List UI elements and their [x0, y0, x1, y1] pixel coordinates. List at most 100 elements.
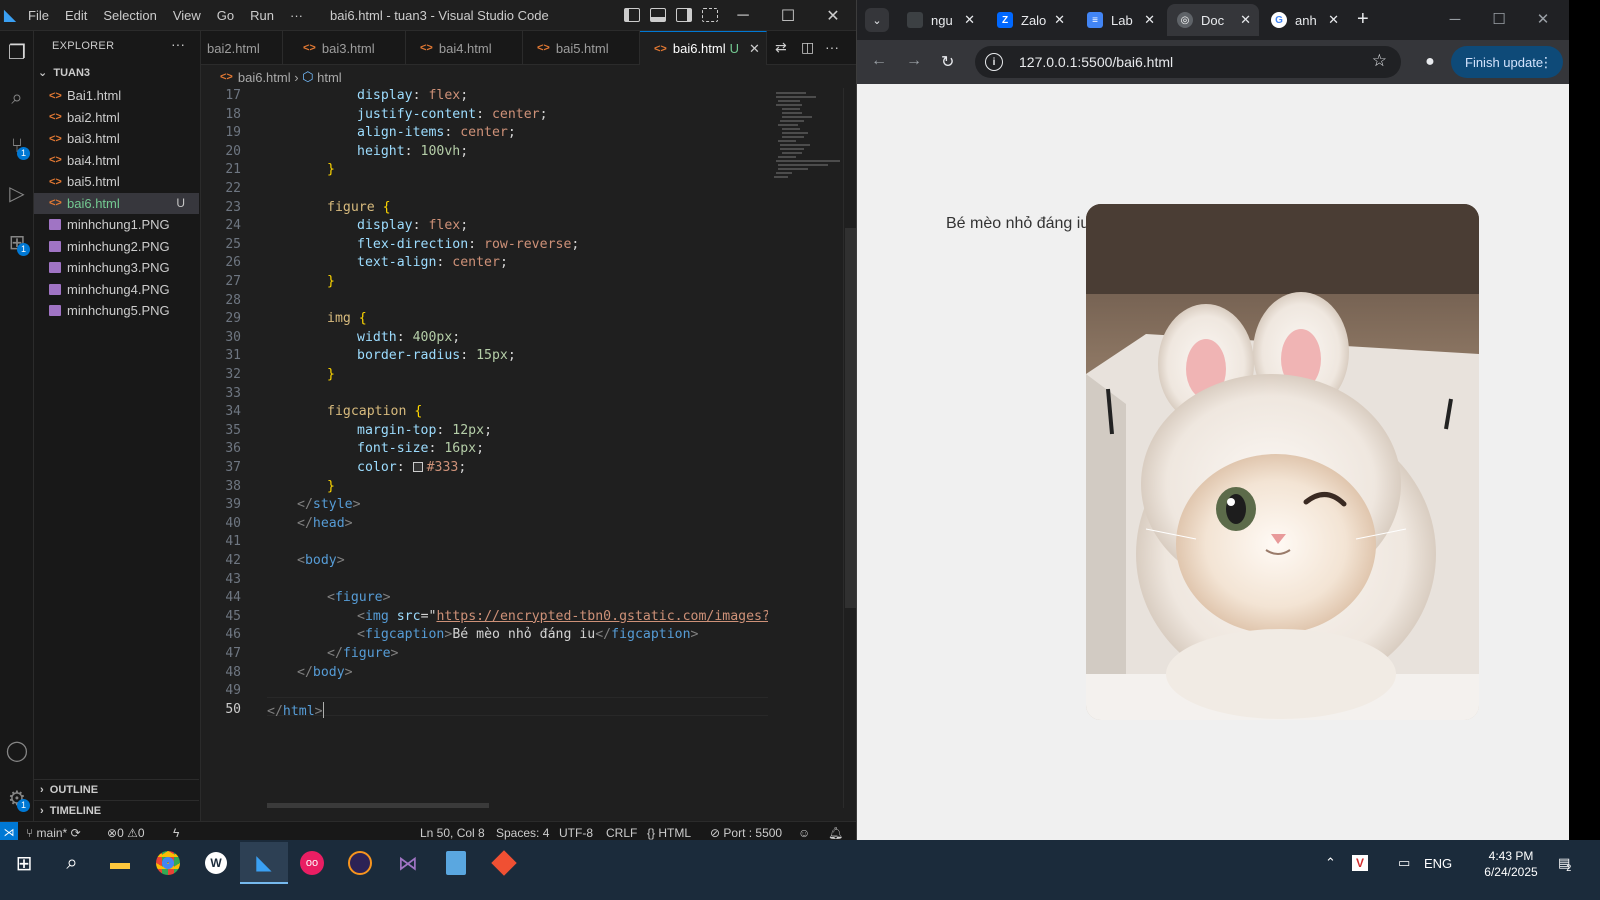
- tray-app-icon[interactable]: V: [1352, 842, 1368, 884]
- notification-center-icon[interactable]: ▤ 2: [1558, 842, 1571, 884]
- close-tab-icon[interactable]: ✕: [1328, 12, 1339, 28]
- code-editor[interactable]: 17 18 19 20 21 22 23 24 25 26 27 28 29 30 31 32 33 34 35 36…: [201, 88, 768, 808]
- file-item[interactable]: <> bai5.html: [34, 171, 199, 192]
- vscode-icon[interactable]: ◣: [240, 842, 288, 884]
- menu-go[interactable]: Go: [209, 0, 242, 31]
- close-tab-icon[interactable]: ✕: [1144, 12, 1155, 28]
- explorer-icon[interactable]: ❐: [2, 37, 32, 67]
- close-tab-icon[interactable]: ✕: [1054, 12, 1065, 28]
- folder-header[interactable]: ⌄ TUAN3: [38, 66, 90, 79]
- code-line-26: text-align: center;: [357, 255, 508, 271]
- search-icon[interactable]: ⌕: [48, 842, 96, 884]
- close-icon[interactable]: ✕: [1521, 4, 1565, 34]
- extensions-icon[interactable]: ⊞ 1: [2, 227, 32, 257]
- profile-avatar-icon[interactable]: ●: [1419, 51, 1441, 73]
- outline-section[interactable]: › OUTLINE: [34, 779, 199, 800]
- eclipse-icon[interactable]: [336, 842, 384, 884]
- back-arrow-icon[interactable]: ←: [871, 52, 887, 70]
- app-blue-icon[interactable]: [432, 842, 480, 884]
- close-tab-icon[interactable]: ✕: [1240, 12, 1251, 28]
- browser-tab-1[interactable]: ngu ✕: [897, 4, 983, 36]
- manage-gear-icon[interactable]: ⚙ 1: [2, 783, 32, 813]
- forward-arrow-icon[interactable]: →: [906, 52, 922, 70]
- kebab-menu-icon[interactable]: ⋮: [1539, 54, 1553, 71]
- site-info-icon[interactable]: i: [985, 53, 1003, 71]
- tab-bai2[interactable]: bai2.html: [193, 31, 283, 65]
- minimap[interactable]: [768, 88, 843, 808]
- breadcrumb-symbol[interactable]: html: [317, 70, 342, 85]
- git-icon[interactable]: [480, 842, 528, 884]
- tab-bai6[interactable]: <> bai6.html U ✕: [640, 31, 767, 65]
- show-hidden-icons-chevron[interactable]: ⌃: [1325, 842, 1336, 884]
- file-item[interactable]: minhchung5.PNG: [34, 300, 199, 321]
- menu-edit[interactable]: Edit: [57, 0, 95, 31]
- minimize-icon[interactable]: ─: [1433, 4, 1477, 34]
- chrome-icon[interactable]: [144, 842, 192, 884]
- horizontal-scrollbar[interactable]: [267, 803, 489, 808]
- reload-icon[interactable]: ↻: [941, 52, 954, 72]
- run-debug-icon[interactable]: ▷: [2, 178, 32, 208]
- source-control-icon[interactable]: ⑂ 1: [2, 131, 32, 161]
- tab-bai5[interactable]: <> bai5.html: [523, 31, 640, 65]
- browser-tab-3[interactable]: ≡ Lab ✕: [1077, 4, 1163, 36]
- timeline-section[interactable]: › TIMELINE: [34, 800, 199, 821]
- breadcrumb-file[interactable]: bai6.html: [238, 70, 291, 85]
- file-item[interactable]: minhchung3.PNG: [34, 257, 199, 278]
- new-tab-plus-icon[interactable]: +: [1357, 8, 1369, 31]
- menu-more[interactable]: ···: [282, 0, 311, 31]
- menu-run[interactable]: Run: [242, 0, 282, 31]
- customize-layout-icon[interactable]: [702, 8, 718, 22]
- scrollbar-thumb[interactable]: [845, 228, 856, 608]
- app-oo-icon[interactable]: oo: [288, 842, 336, 884]
- file-item[interactable]: <> bai6.html U: [34, 192, 199, 214]
- tab-search-chevron-icon[interactable]: ⌄: [865, 8, 889, 32]
- browser-tab-5[interactable]: Ganh ✕: [1261, 4, 1347, 36]
- app-w-icon[interactable]: W: [192, 842, 240, 884]
- close-tab-icon[interactable]: ✕: [749, 41, 760, 57]
- accounts-icon[interactable]: ◯: [2, 735, 32, 765]
- vscode-logo-icon[interactable]: ◣: [0, 0, 20, 31]
- tab-bai4[interactable]: <> bai4.html: [406, 31, 523, 65]
- address-bar[interactable]: i 127.0.0.1:5500/bai6.html ☆: [975, 46, 1401, 78]
- more-actions-icon[interactable]: ···: [825, 39, 839, 55]
- network-icon[interactable]: ▭: [1398, 842, 1410, 884]
- language-indicator[interactable]: ENG: [1424, 842, 1452, 884]
- explorer-more-actions[interactable]: ···: [171, 36, 185, 52]
- search-icon[interactable]: ⌕: [2, 83, 32, 113]
- color-swatch[interactable]: [412, 462, 423, 472]
- minimap-line: [776, 96, 816, 98]
- file-item[interactable]: minhchung4.PNG: [34, 279, 199, 300]
- file-item[interactable]: <> Bai1.html: [34, 85, 199, 106]
- toggle-secondary-sidebar-icon[interactable]: [676, 8, 692, 22]
- tab-bai3[interactable]: <> bai3.html: [289, 31, 406, 65]
- file-item[interactable]: <> bai3.html: [34, 128, 199, 149]
- vertical-scrollbar[interactable]: [843, 88, 856, 808]
- finish-update-button[interactable]: Finish update ⋮: [1451, 46, 1563, 78]
- maximize-icon[interactable]: ☐: [765, 0, 811, 31]
- browser-tab-2[interactable]: Z Zalo ✕: [987, 4, 1073, 36]
- file-explorer-icon[interactable]: ▬: [96, 842, 144, 884]
- menu-file[interactable]: File: [20, 0, 57, 31]
- menu-selection[interactable]: Selection: [95, 0, 164, 31]
- html-file-icon: <>: [303, 42, 316, 54]
- maximize-icon[interactable]: ☐: [1477, 4, 1521, 34]
- close-icon[interactable]: ✕: [810, 0, 856, 31]
- file-item[interactable]: minhchung2.PNG: [34, 236, 199, 257]
- browser-tab-4-active[interactable]: ◎ Doc ✕: [1167, 4, 1259, 36]
- file-item[interactable]: <> bai2.html: [34, 107, 199, 128]
- file-item[interactable]: minhchung1.PNG: [34, 214, 199, 235]
- minimize-icon[interactable]: ─: [720, 0, 766, 31]
- bookmark-star-icon[interactable]: ☆: [1372, 51, 1387, 71]
- open-changes-icon[interactable]: ⇄: [775, 39, 787, 56]
- split-editor-icon[interactable]: ◫: [801, 39, 814, 56]
- visual-studio-icon[interactable]: ⋈: [384, 842, 432, 884]
- clock[interactable]: 4:43 PM 6/24/2025: [1466, 848, 1556, 880]
- windows-start-icon[interactable]: ⊞: [0, 842, 48, 884]
- line-number: 27: [225, 274, 241, 289]
- toggle-panel-icon[interactable]: [650, 8, 666, 22]
- menu-view[interactable]: View: [165, 0, 209, 31]
- url-text[interactable]: 127.0.0.1:5500/bai6.html: [1019, 54, 1173, 70]
- close-tab-icon[interactable]: ✕: [964, 12, 975, 28]
- toggle-primary-sidebar-icon[interactable]: [624, 8, 640, 22]
- file-item[interactable]: <> bai4.html: [34, 150, 199, 171]
